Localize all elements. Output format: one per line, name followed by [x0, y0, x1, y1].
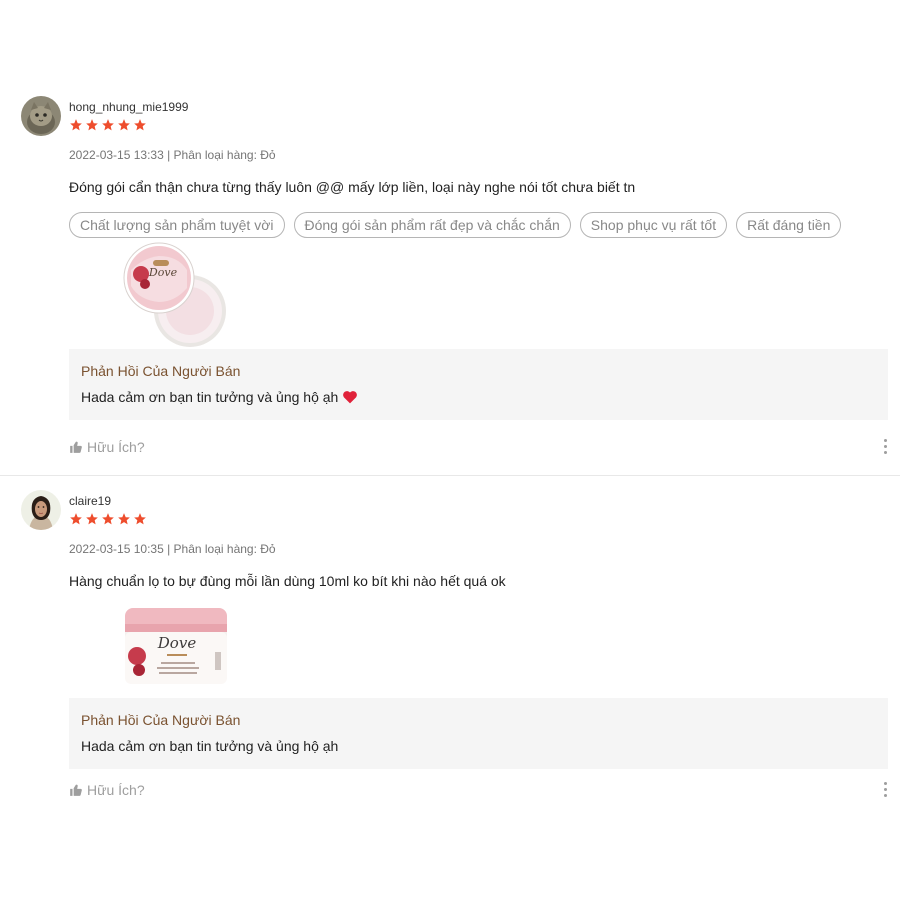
star-icon	[70, 119, 82, 131]
star-icon	[102, 119, 114, 131]
username[interactable]: claire19	[69, 494, 111, 508]
star-icon	[86, 513, 98, 525]
avatar[interactable]	[21, 96, 61, 136]
more-options-icon[interactable]	[882, 782, 888, 798]
review-tag[interactable]: Rất đáng tiền	[736, 212, 842, 238]
star-rating	[69, 118, 147, 134]
review-tags: Chất lượng sản phẩm tuyệt vời Đóng gói s…	[69, 212, 842, 238]
thumbs-up-icon	[70, 784, 82, 796]
star-icon	[118, 119, 130, 131]
star-icon	[102, 513, 114, 525]
username[interactable]: hong_nhung_mie1999	[69, 100, 188, 114]
star-icon	[70, 513, 82, 525]
seller-reply: Phản Hồi Của Người Bán Hada cảm ơn bạn t…	[69, 698, 888, 769]
review-photo[interactable]: Dove	[123, 240, 231, 348]
review-photo[interactable]: Dove	[123, 604, 231, 712]
review-meta: 2022-03-15 10:35 | Phân loại hàng: Đỏ	[69, 542, 276, 556]
avatar[interactable]	[21, 490, 61, 530]
star-icon	[86, 119, 98, 131]
seller-reply-text: Hada cảm ơn bạn tin tưởng và ủng hộ ạh	[81, 389, 358, 405]
review-comment: Hàng chuẩn lọ to bự đùng mỗi lần dùng 10…	[69, 573, 506, 589]
review-tag[interactable]: Shop phục vụ rất tốt	[579, 212, 728, 238]
helpful-button[interactable]: Hữu Ích?	[69, 782, 145, 798]
seller-reply-message: Hada cảm ơn bạn tin tưởng và ủng hộ ạh	[81, 738, 339, 754]
heart-icon	[343, 391, 358, 404]
star-icon	[134, 513, 146, 525]
dove-logo: Dove	[157, 634, 197, 652]
review-meta: 2022-03-15 13:33 | Phân loại hàng: Đỏ	[69, 148, 276, 162]
star-rating	[69, 512, 147, 528]
helpful-button[interactable]: Hữu Ích?	[69, 439, 145, 455]
review-tag[interactable]: Chất lượng sản phẩm tuyệt vời	[69, 212, 285, 238]
dove-logo: Dove	[148, 266, 178, 279]
seller-reply-text: Hada cảm ơn bạn tin tưởng và ủng hộ ạh	[81, 738, 338, 754]
seller-reply: Phản Hồi Của Người Bán Hada cảm ơn bạn t…	[69, 349, 888, 420]
thumbs-up-icon	[70, 441, 82, 453]
seller-reply-title: Phản Hồi Của Người Bán	[81, 712, 241, 728]
review-tag[interactable]: Đóng gói sản phẩm rất đẹp và chắc chắn	[293, 212, 571, 238]
seller-reply-message: Hada cảm ơn bạn tin tưởng và ủng hộ ạh	[81, 389, 339, 405]
more-options-icon[interactable]	[882, 439, 888, 455]
star-icon	[134, 119, 146, 131]
review-divider	[0, 475, 900, 476]
helpful-label: Hữu Ích?	[87, 439, 145, 455]
seller-reply-title: Phản Hồi Của Người Bán	[81, 363, 241, 379]
review-comment: Đóng gói cẩn thận chưa từng thấy luôn @@…	[69, 179, 636, 195]
helpful-label: Hữu Ích?	[87, 782, 145, 798]
star-icon	[118, 513, 130, 525]
